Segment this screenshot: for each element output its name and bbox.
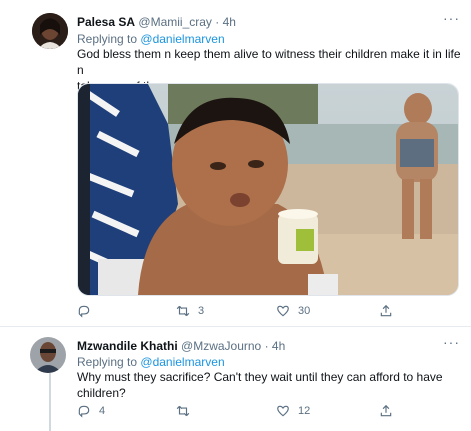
replying-to: Replying to @danielmarven bbox=[77, 32, 225, 46]
like-icon bbox=[277, 305, 289, 317]
user-handle[interactable]: @Mamii_cray bbox=[138, 15, 212, 29]
replying-to: Replying to @danielmarven bbox=[77, 355, 225, 369]
more-icon[interactable]: ··· bbox=[443, 10, 460, 26]
share-icon bbox=[380, 404, 392, 417]
retweet-count: 3 bbox=[198, 305, 205, 317]
tweet-header: Palesa SA @Mamii_cray · 4h bbox=[77, 15, 236, 29]
separator-dot: · bbox=[264, 339, 269, 353]
more-icon[interactable]: ··· bbox=[443, 334, 460, 350]
share-icon bbox=[380, 304, 392, 317]
share-button[interactable] bbox=[379, 304, 393, 318]
photo-beach-boy bbox=[78, 84, 458, 295]
tweet-text: Why must they sacrifice? Can't they wait… bbox=[77, 369, 465, 401]
reply-button[interactable] bbox=[77, 304, 91, 318]
like-icon bbox=[277, 405, 289, 417]
mention-link[interactable]: @danielmarven bbox=[140, 355, 224, 369]
retweet-icon bbox=[176, 305, 190, 317]
separator-dot: · bbox=[215, 15, 220, 29]
timestamp[interactable]: 4h bbox=[223, 15, 236, 29]
user-handle[interactable]: @MzwaJourno bbox=[181, 339, 261, 353]
reply-icon bbox=[78, 405, 90, 418]
display-name[interactable]: Palesa SA bbox=[77, 15, 135, 29]
reply-button[interactable]: 4 bbox=[77, 404, 105, 418]
retweet-button[interactable] bbox=[176, 404, 190, 418]
tweet-text-line: children? bbox=[77, 386, 126, 400]
tweet-palesa[interactable]: Palesa SA @Mamii_cray · 4h ··· Replying … bbox=[0, 0, 471, 327]
avatar[interactable] bbox=[32, 13, 68, 49]
avatar[interactable] bbox=[30, 337, 66, 373]
tweet-text-line: Why must they sacrifice? Can't they wait… bbox=[77, 370, 443, 384]
like-button[interactable]: 30 bbox=[276, 304, 310, 318]
mention-link[interactable]: @danielmarven bbox=[140, 32, 224, 46]
thread-line bbox=[49, 373, 51, 431]
reply-icon bbox=[78, 305, 90, 318]
like-count: 30 bbox=[298, 305, 311, 317]
replying-prefix: Replying to bbox=[77, 355, 138, 369]
tweet-header: Mzwandile Khathi @MzwaJourno · 4h bbox=[77, 339, 285, 353]
like-button[interactable]: 12 bbox=[276, 404, 310, 418]
replying-prefix: Replying to bbox=[77, 32, 138, 46]
tweet-photo[interactable] bbox=[77, 83, 459, 296]
display-name[interactable]: Mzwandile Khathi bbox=[77, 339, 178, 353]
retweet-button[interactable]: 3 bbox=[176, 304, 204, 318]
tweet-actions: 3 30 bbox=[77, 304, 457, 324]
tweet-text-line: God bless them n keep them alive to witn… bbox=[77, 47, 461, 77]
retweet-icon bbox=[176, 405, 190, 417]
reply-count: 4 bbox=[99, 405, 106, 417]
tweet-actions: 4 12 bbox=[77, 404, 457, 424]
timestamp[interactable]: 4h bbox=[272, 339, 285, 353]
share-button[interactable] bbox=[379, 404, 393, 418]
like-count: 12 bbox=[298, 405, 311, 417]
